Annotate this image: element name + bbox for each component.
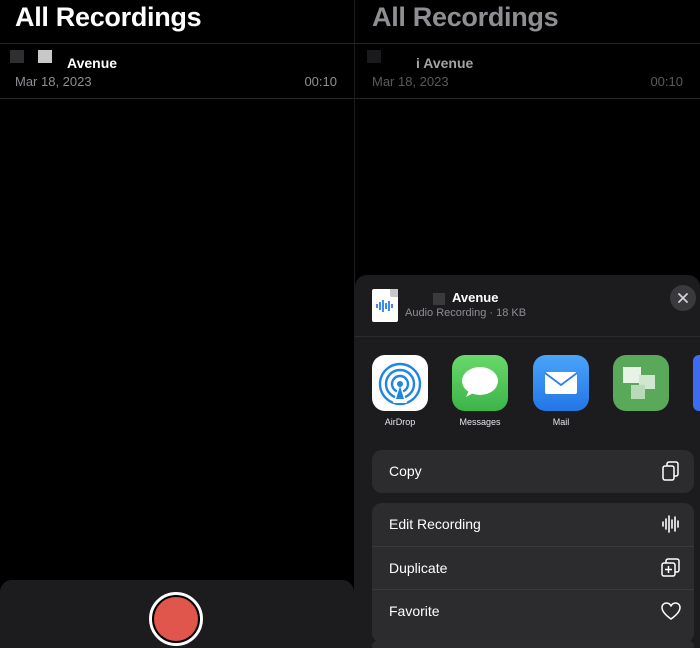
recording-duration: 00:10 [650, 74, 683, 89]
file-info: Audio Recording · 18 KB [405, 307, 527, 319]
close-icon [678, 293, 688, 303]
share-app-mail[interactable]: Mail [533, 355, 589, 427]
action-group-copy: Copy [372, 450, 694, 493]
left-screen: All Recordings Avenue Mar 18, 2023 00:10 [0, 0, 354, 648]
divider [355, 98, 700, 99]
page-title: All Recordings [372, 2, 559, 32]
redacted-block [433, 293, 445, 305]
action-group: Edit Recording Duplicate Favorite [372, 503, 694, 643]
right-screen: All Recordings i Avenue Mar 18, 2023 00:… [355, 0, 700, 648]
close-button[interactable] [670, 285, 696, 311]
file-name: Avenue [452, 290, 499, 305]
record-button[interactable] [149, 592, 203, 646]
recording-date: Mar 18, 2023 [372, 74, 449, 89]
action-label: Copy [389, 463, 422, 479]
share-app-airdrop[interactable]: AirDrop [372, 355, 428, 427]
redacted-block [367, 50, 381, 63]
recording-duration: 00:10 [304, 74, 337, 89]
airdrop-icon [372, 355, 428, 411]
copy-icon [662, 461, 679, 481]
audio-file-icon [372, 289, 398, 322]
record-icon [154, 597, 198, 641]
recording-date: Mar 18, 2023 [15, 74, 92, 89]
recording-name: Avenue [67, 55, 118, 71]
waveform-icon [662, 515, 679, 533]
copy-action[interactable]: Copy [372, 450, 694, 493]
action-label: Edit Recording [389, 516, 481, 532]
action-label: Favorite [389, 603, 440, 619]
app-label: Messages [459, 417, 501, 427]
app-icon [613, 355, 669, 411]
redacted-block [10, 50, 24, 63]
app-label: Mail [552, 417, 570, 427]
share-app-other[interactable] [613, 355, 669, 417]
duplicate-icon [661, 558, 680, 577]
edit-recording-action[interactable]: Edit Recording [372, 503, 694, 546]
messages-icon [452, 355, 508, 411]
heart-icon [661, 602, 681, 620]
duplicate-action[interactable]: Duplicate [372, 546, 694, 589]
app-label: AirDrop [384, 417, 416, 427]
divider [355, 336, 700, 337]
redacted-block [38, 50, 52, 63]
app-icon[interactable] [693, 355, 700, 411]
share-app-messages[interactable]: Messages [452, 355, 508, 427]
action-group-next [372, 641, 694, 648]
favorite-action[interactable]: Favorite [372, 589, 694, 632]
recording-name: i Avenue [416, 55, 474, 71]
mail-icon [533, 355, 589, 411]
recording-row[interactable]: Avenue Mar 18, 2023 00:10 [0, 44, 354, 98]
divider [0, 98, 354, 99]
action-label: Duplicate [389, 560, 448, 576]
share-sheet: Avenue Audio Recording · 18 KB AirDrop M… [355, 275, 700, 648]
recording-row[interactable]: i Avenue Mar 18, 2023 00:10 [355, 44, 700, 98]
page-title: All Recordings [15, 2, 202, 32]
